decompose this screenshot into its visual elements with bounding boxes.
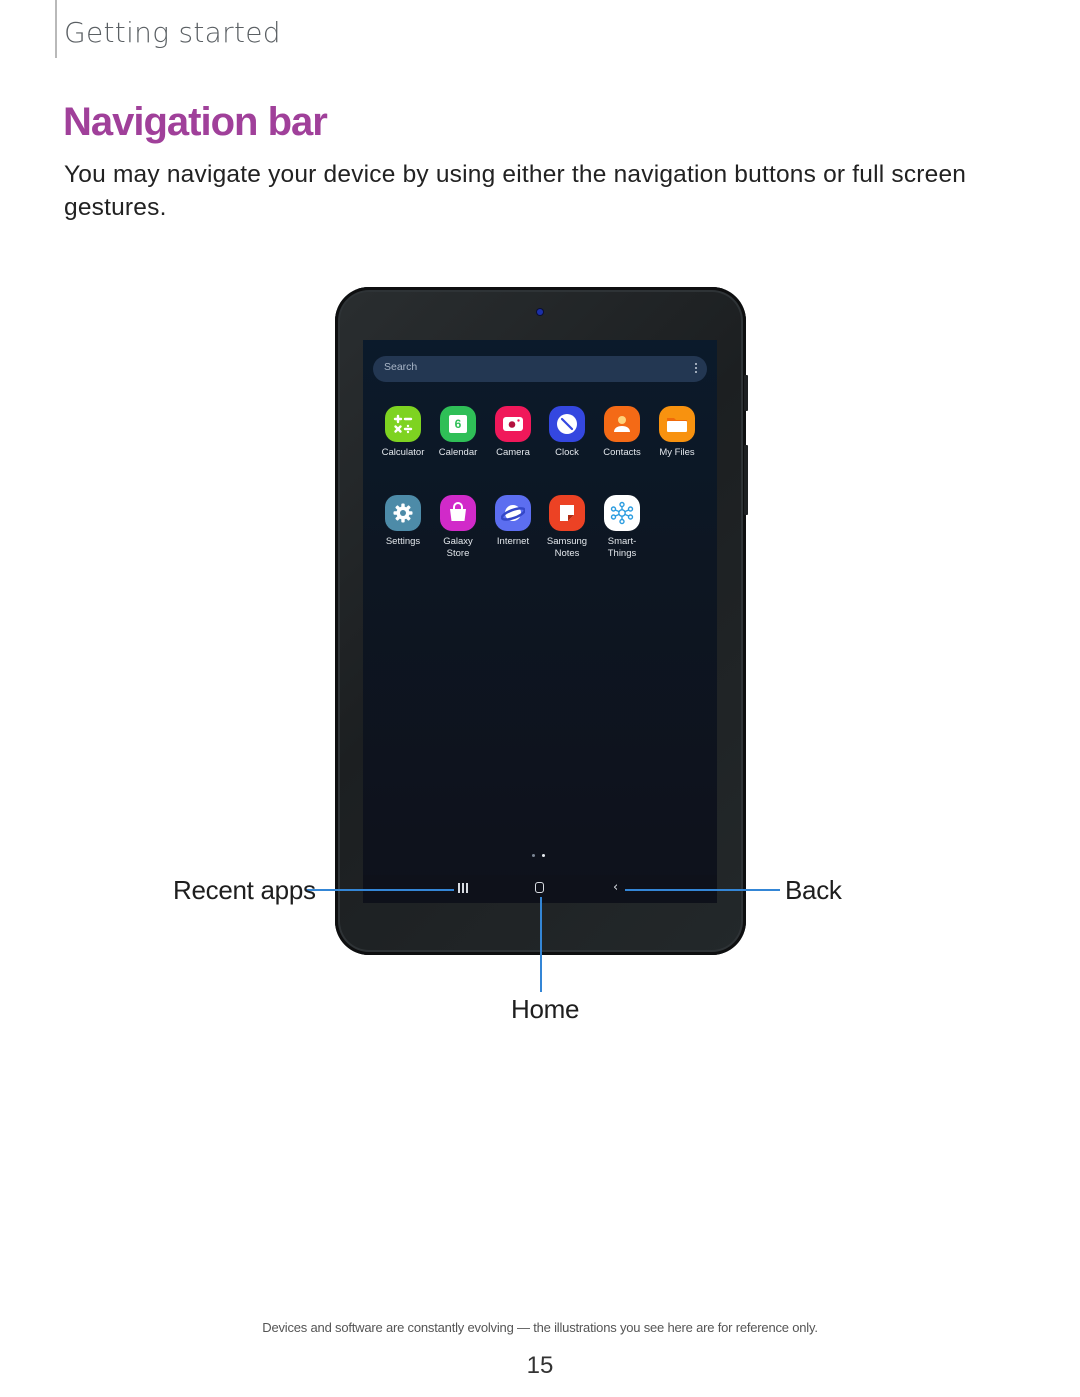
smartthings-icon (604, 495, 640, 531)
home-label: Home (511, 994, 580, 1024)
recent-apps-label: Recent apps (173, 875, 316, 905)
app-label: Calculator (381, 447, 425, 458)
shopping-bag-icon (440, 495, 476, 531)
app-label: Internet (496, 536, 530, 547)
section-label: Getting started (64, 16, 281, 49)
disclaimer: Devices and software are constantly evol… (262, 1320, 818, 1335)
app-settings[interactable]: Settings (375, 495, 431, 548)
app-smart-things[interactable]: Smart- Things (594, 495, 650, 559)
home-icon[interactable] (535, 882, 544, 893)
calculator-icon (385, 406, 421, 442)
app-label: Calendar (438, 447, 478, 458)
page-dot (532, 854, 535, 857)
folder-icon (659, 406, 695, 442)
page-indicator (532, 854, 548, 858)
calendar-icon: 6 (440, 406, 476, 442)
app-internet[interactable]: Internet (485, 495, 541, 548)
app-clock[interactable]: Clock (539, 406, 595, 459)
camera-icon (495, 406, 531, 442)
app-label: Settings (385, 536, 421, 547)
app-samsung-notes[interactable]: Samsung Notes (539, 495, 595, 559)
back-callout-line (625, 889, 780, 891)
app-label: Clock (555, 447, 579, 458)
section-divider (55, 0, 57, 58)
app-calendar[interactable]: 6 Calendar (430, 406, 486, 459)
back-icon[interactable]: ‹ (613, 881, 618, 895)
app-label: Contacts (603, 447, 641, 458)
front-camera (537, 309, 543, 315)
more-options-icon[interactable] (695, 363, 697, 375)
notes-icon (549, 495, 585, 531)
app-contacts[interactable]: Contacts (594, 406, 650, 459)
app-label: Samsung Notes (546, 536, 588, 559)
search-bar[interactable]: Search (373, 356, 707, 382)
search-placeholder: Search (384, 361, 418, 373)
app-calculator[interactable]: Calculator (375, 406, 431, 459)
recent-apps-icon[interactable] (458, 883, 468, 893)
app-galaxy-store[interactable]: Galaxy Store (430, 495, 486, 559)
home-callout-line (540, 897, 542, 992)
tablet-screen: Search Calculator 6 Calendar Camera Clock Con… (363, 340, 717, 903)
app-label: Galaxy Store (443, 536, 473, 559)
gear-icon (385, 495, 421, 531)
page-title: Navigation bar (63, 100, 328, 144)
power-button (744, 445, 748, 515)
app-camera[interactable]: Camera (485, 406, 541, 459)
back-label: Back (785, 875, 842, 905)
planet-icon (495, 495, 531, 531)
app-label: Camera (496, 447, 530, 458)
app-label: Smart- Things (607, 536, 637, 559)
recent-apps-callout-line (306, 889, 454, 891)
clock-icon (549, 406, 585, 442)
volume-button (744, 375, 748, 411)
contacts-icon (604, 406, 640, 442)
page-dot-active (542, 854, 545, 857)
app-my-files[interactable]: My Files (649, 406, 705, 459)
app-label: My Files (659, 447, 695, 458)
page-number: 15 (526, 1352, 554, 1379)
intro-paragraph: You may navigate your device by using ei… (64, 161, 967, 221)
